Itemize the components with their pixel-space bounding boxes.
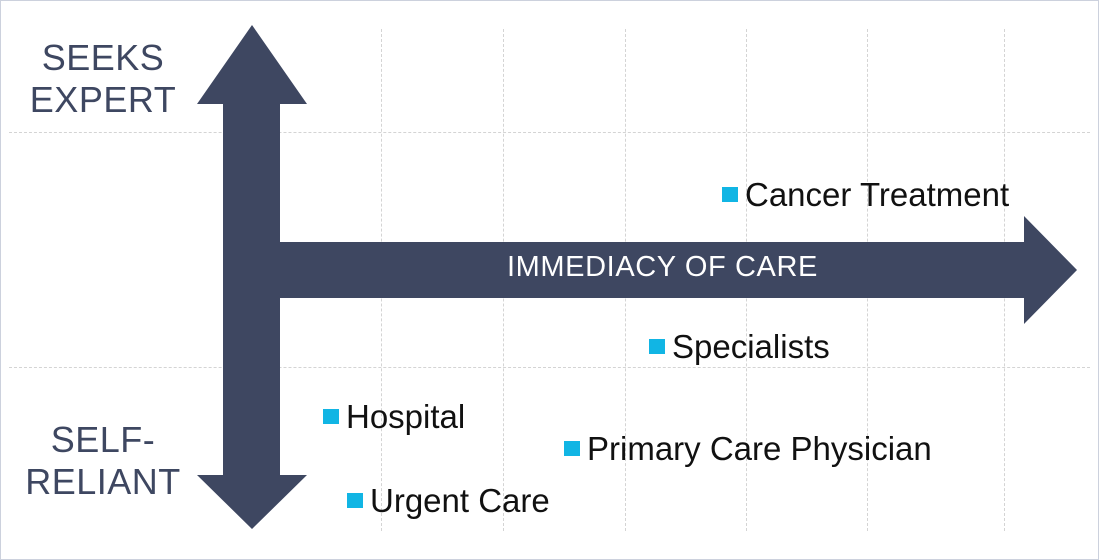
data-point-marker-icon — [722, 187, 738, 202]
data-point-label: Primary Care Physician — [587, 430, 932, 467]
data-point[interactable]: Hospital — [323, 400, 465, 433]
data-point[interactable]: Primary Care Physician — [564, 432, 932, 465]
axis-caption-seeks-expert: SEEKS EXPERT — [29, 37, 177, 121]
data-point-label: Hospital — [346, 398, 466, 435]
data-point-marker-icon — [347, 493, 363, 508]
data-point-label: Urgent Care — [370, 482, 550, 519]
data-point-label: Specialists — [672, 328, 830, 365]
diagram-canvas: SEEKS EXPERT SELF- RELIANT IMMEDIACY OF … — [0, 0, 1099, 560]
data-point[interactable]: Cancer Treatment — [722, 178, 1009, 211]
data-point-marker-icon — [649, 339, 665, 354]
data-point[interactable]: Urgent Care — [347, 484, 550, 517]
data-point[interactable]: Specialists — [649, 330, 830, 363]
axis-caption-self-reliant: SELF- RELIANT — [25, 419, 181, 503]
data-point-marker-icon — [323, 409, 339, 424]
data-point-marker-icon — [564, 441, 580, 456]
axis-label-immediacy-of-care: IMMEDIACY OF CARE — [507, 251, 818, 283]
data-point-label: Cancer Treatment — [745, 176, 1010, 213]
